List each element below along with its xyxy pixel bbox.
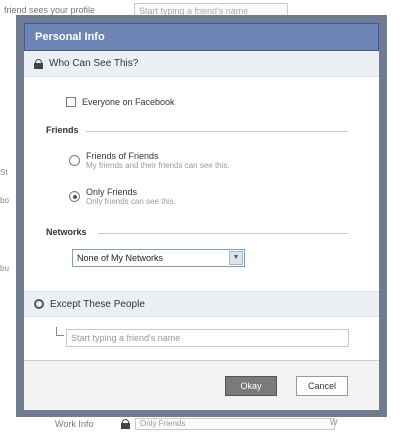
- background-footer-row: Work Info Only Friends W: [0, 417, 403, 432]
- except-friend-input[interactable]: Start typing a friend's name: [66, 329, 349, 347]
- okay-button[interactable]: Okay: [225, 376, 277, 396]
- chevron-down-icon[interactable]: ▼: [229, 251, 243, 265]
- work-info-privacy-select[interactable]: Only Friends: [135, 418, 335, 430]
- lock-icon: [121, 419, 130, 429]
- networks-heading: Networks: [46, 227, 87, 237]
- who-can-see-header: Who Can See This?: [24, 51, 379, 77]
- friends-of-friends-radio[interactable]: [69, 155, 80, 166]
- friends-heading: Friends: [46, 125, 79, 135]
- only-friends-desc: Only friends can see this.: [86, 197, 176, 206]
- everyone-option[interactable]: Everyone on Facebook: [66, 97, 175, 107]
- work-info-label: Work Info: [55, 419, 94, 429]
- networks-select[interactable]: None of My Networks ▼: [72, 249, 245, 267]
- networks-divider: [98, 233, 348, 234]
- friends-of-friends-option[interactable]: Friends of Friends My friends and their …: [69, 151, 230, 170]
- everyone-checkbox[interactable]: [66, 97, 76, 107]
- everyone-label: Everyone on Facebook: [82, 97, 175, 107]
- only-friends-radio[interactable]: [69, 191, 80, 202]
- dialog-panel: Personal Info Who Can See This? Everyone…: [24, 23, 379, 410]
- only-friends-label: Only Friends: [86, 187, 138, 197]
- only-friends-option[interactable]: Only Friends Only friends can see this.: [69, 187, 176, 206]
- visibility-options: Everyone on Facebook Friends Friends of …: [24, 77, 379, 291]
- background-privacy-text: friend sees your profile: [4, 5, 96, 15]
- privacy-dialog: Personal Info Who Can See This? Everyone…: [16, 15, 387, 417]
- friends-of-friends-label: Friends of Friends: [86, 151, 159, 161]
- except-these-people-header: Except These People: [24, 291, 379, 317]
- friends-of-friends-desc: My friends and their friends can see thi…: [86, 161, 230, 170]
- background-text-fragment: bu: [0, 264, 9, 273]
- who-can-see-label: Who Can See This?: [49, 58, 139, 69]
- friends-divider: [86, 131, 348, 132]
- dialog-title: Personal Info: [24, 23, 379, 51]
- background-text-fragment: bo: [0, 196, 9, 205]
- networks-select-value: None of My Networks: [77, 253, 164, 263]
- background-text-fragment: W: [330, 418, 338, 427]
- background-text-fragment: St: [0, 168, 8, 177]
- except-these-people-label: Except These People: [50, 298, 145, 310]
- dialog-footer: Okay Cancel: [24, 360, 379, 410]
- except-circle-icon: [34, 299, 44, 309]
- except-section: Start typing a friend's name: [24, 317, 379, 359]
- lock-icon: [34, 58, 43, 69]
- cancel-button[interactable]: Cancel: [296, 376, 348, 396]
- indent-arrow-icon: [56, 327, 64, 336]
